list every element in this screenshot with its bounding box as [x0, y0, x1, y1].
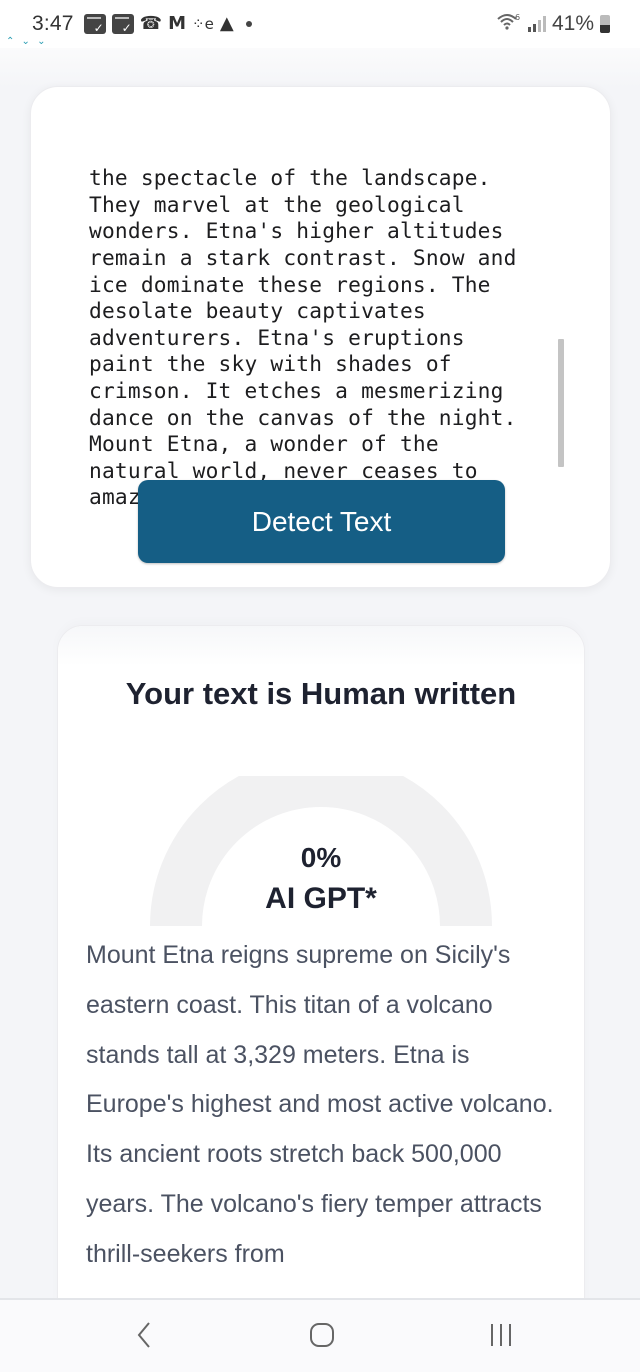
back-button[interactable] — [124, 1318, 164, 1352]
result-card: Your text is Human written 0% AI GPT* Mo… — [57, 625, 585, 1325]
gauge-value: 0% — [300, 842, 342, 873]
input-card: the spectacle of the landscape. They marv… — [30, 86, 611, 588]
more-dot-icon — [245, 21, 252, 27]
text-line: Mount Etna, a wonder of the — [89, 431, 439, 457]
result-text: Mount Etna reigns supreme on Sicily's ea… — [86, 941, 554, 1268]
wifi-icon: 6 — [496, 12, 522, 36]
detect-text-button[interactable]: Detect Text — [138, 480, 505, 563]
status-time: 3:47 — [32, 12, 74, 35]
missed-call-icon: ☎ — [139, 13, 163, 34]
back-icon — [137, 1322, 150, 1348]
home-button[interactable] — [302, 1318, 342, 1352]
battery-icon — [600, 15, 610, 33]
home-icon — [310, 1323, 334, 1347]
text-line: adventurers. Etna's eruptions — [89, 324, 465, 350]
recents-button[interactable] — [481, 1318, 521, 1352]
status-bar: 3:47 ☎ M ⁘e ▲ 6 41% — [0, 0, 640, 48]
textarea-scrollbar[interactable] — [558, 339, 564, 467]
text-line: the spectacle of the landscape. — [89, 165, 491, 191]
result-title: Your text is Human written — [125, 676, 517, 711]
text-input-content[interactable]: the spectacle of the landscape. They marv… — [89, 165, 517, 511]
notification-icons: ☎ M ⁘e ▲ — [83, 13, 252, 35]
text-line: paint the sky with shades of — [89, 351, 452, 377]
battery-percent: 41% — [551, 12, 594, 35]
loading-indicator-icon: ⌃ ⌄ ⌄ — [6, 36, 48, 47]
text-input-area[interactable]: the spectacle of the landscape. They marv… — [89, 131, 569, 511]
warning-icon: ▲ — [219, 13, 234, 34]
system-nav-bar — [0, 1298, 640, 1372]
text-line: They marvel at the geological — [89, 191, 465, 217]
gmail-icon: M — [168, 13, 187, 34]
recents-icon — [491, 1324, 511, 1346]
status-right: 6 41% — [496, 0, 610, 48]
wifi-label: 6 — [515, 13, 520, 22]
text-line: crimson. It etches a mesmerizing — [89, 378, 504, 404]
text-line: wonders. Etna's higher altitudes — [89, 218, 504, 244]
text-line: dance on the canvas of the night. — [89, 404, 517, 430]
calendar-check-icon — [83, 14, 106, 35]
signal-icon — [527, 16, 546, 32]
text-line: remain a stark contrast. Snow and — [89, 245, 517, 271]
app-e-icon: ⁘e — [192, 14, 214, 33]
gauge-label: AI GPT* — [265, 882, 377, 915]
text-line: ice dominate these regions. The — [89, 271, 491, 297]
text-line: desolate beauty captivates — [89, 298, 426, 324]
calendar-check-icon — [111, 14, 134, 35]
